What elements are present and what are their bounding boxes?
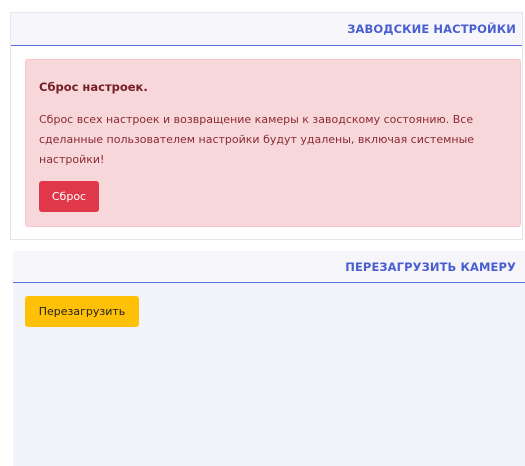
settings-page: ЗАВОДСКИЕ НАСТРОЙКИ Сброс настроек. Сбро… bbox=[0, 0, 525, 466]
reboot-camera-header: ПЕРЕЗАГРУЗИТЬ КАМЕРУ bbox=[13, 251, 525, 283]
factory-settings-title: ЗАВОДСКИЕ НАСТРОЙКИ bbox=[347, 22, 516, 36]
reboot-button[interactable]: Перезагрузить bbox=[25, 296, 139, 327]
factory-settings-card: ЗАВОДСКИЕ НАСТРОЙКИ Сброс настроек. Сбро… bbox=[10, 12, 523, 240]
reset-button[interactable]: Сброс bbox=[39, 181, 99, 212]
reset-alert-text: Сброс всех настроек и возвращение камеры… bbox=[39, 113, 475, 166]
reboot-camera-card: ПЕРЕЗАГРУЗИТЬ КАМЕРУ Перезагрузить bbox=[13, 251, 525, 466]
reset-warning-alert: Сброс настроек. Сброс всех настроек и во… bbox=[25, 59, 521, 227]
reboot-camera-title: ПЕРЕЗАГРУЗИТЬ КАМЕРУ bbox=[345, 260, 516, 274]
factory-settings-header: ЗАВОДСКИЕ НАСТРОЙКИ bbox=[11, 13, 522, 46]
reset-alert-heading: Сброс настроек. bbox=[39, 80, 148, 94]
